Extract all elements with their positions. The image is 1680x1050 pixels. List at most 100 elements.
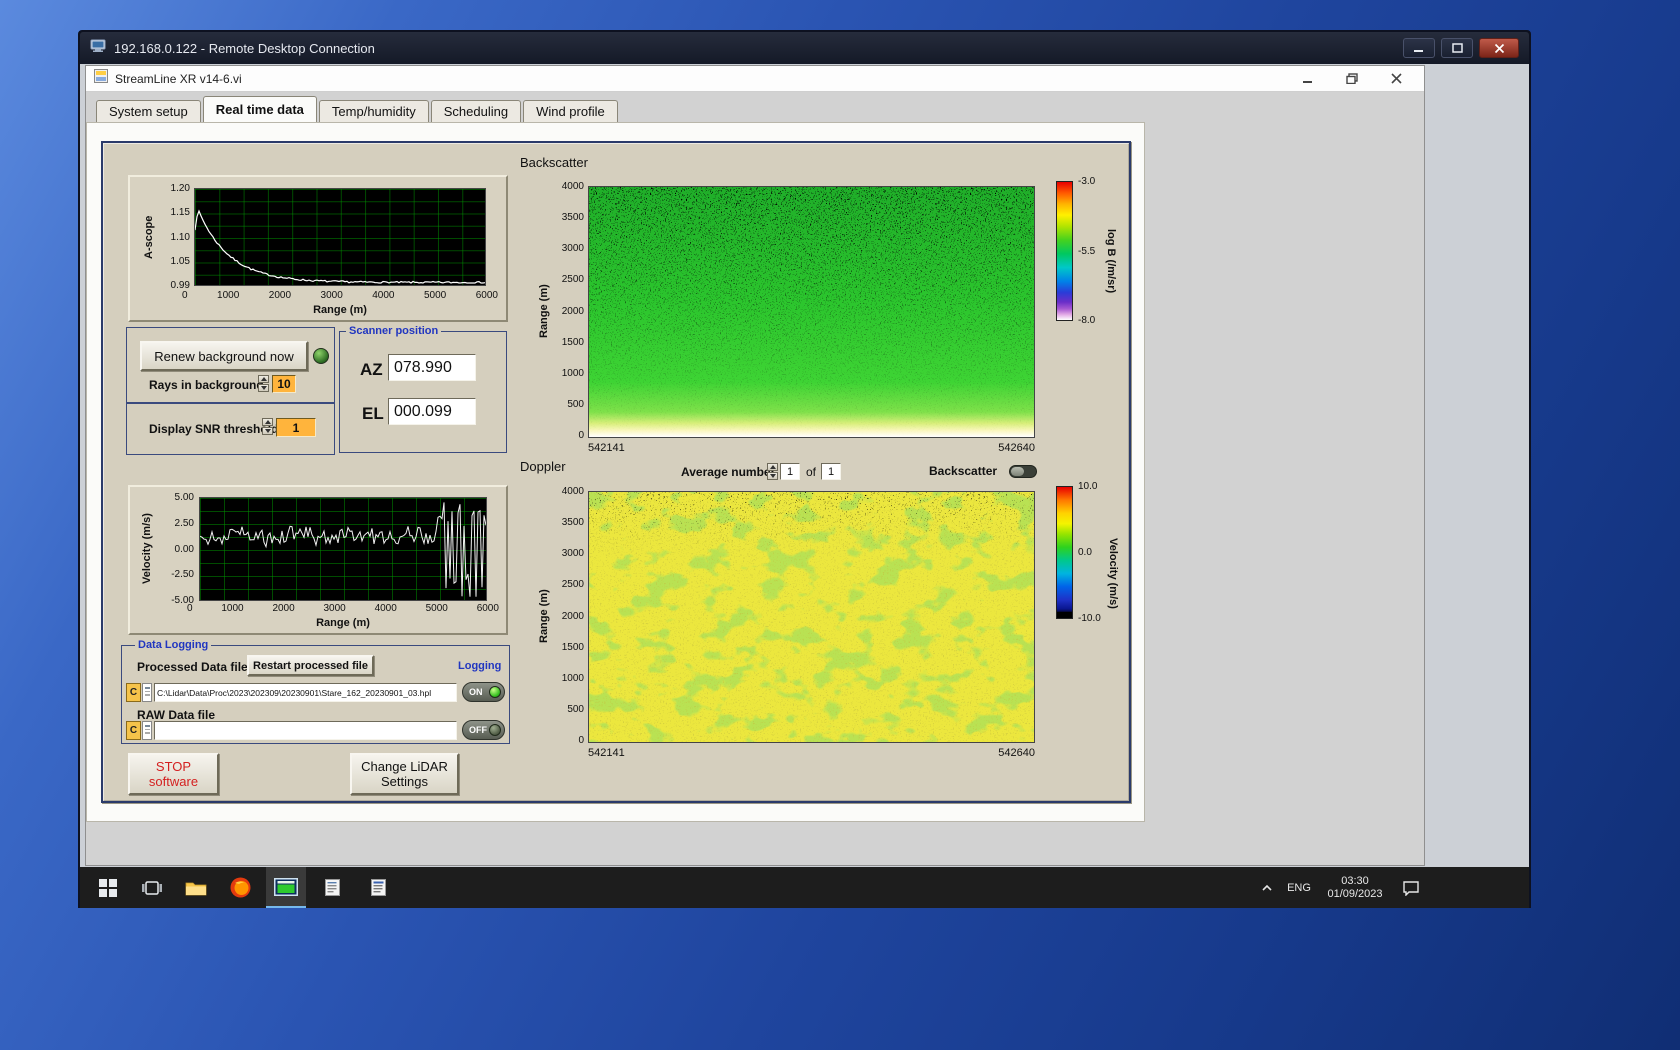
folder-icon [185,882,207,895]
tick-label: 1000 [561,367,584,379]
raw-data-file-label: RAW Data file [137,708,216,722]
processed-logging-toggle[interactable]: ON [462,682,505,702]
backscatter-plot [588,186,1035,438]
tray-expand-button[interactable] [1254,867,1280,908]
processed-drive-chip[interactable]: C [126,683,141,702]
el-label: EL [362,404,384,423]
tick-label: 3000 [320,290,343,301]
backscatter-y-ticks: 4000 3500 3000 2500 2000 1500 1000 500 0 [551,181,584,441]
average-number-field[interactable]: 1 [780,463,800,480]
pinned-app-button-1[interactable] [312,867,352,908]
tick-label: 4000 [372,290,395,301]
rdp-titlebar[interactable]: 192.168.0.122 - Remote Desktop Connectio… [80,32,1529,64]
tick-label: 0 [182,290,188,301]
tick-label: 0.0 [1078,547,1092,558]
raw-drive-chip[interactable]: C [126,721,141,740]
tick-label: 5000 [423,290,447,301]
language-indicator[interactable]: ENG [1282,867,1316,908]
display-snr-threshold-field[interactable]: 1 [276,418,316,437]
background-controls-box: Renew background now Rays in background … [126,327,335,403]
data-logging-box: Data Logging Processed Data file Restart… [121,638,510,744]
velocity-x-axis-label: Range (m) [316,617,370,629]
backscatter-y-axis-label: Range (m) [538,284,550,338]
ascope-plot-group: A-scope 1.20 1.15 1.10 1.05 0.99 0 1000 2000 30… [128,175,508,322]
notes-icon [370,879,386,896]
snr-spinner[interactable] [262,418,273,435]
rays-spinner[interactable] [258,375,269,392]
tab-wind-profile[interactable]: Wind profile [523,100,618,122]
labview-close-button[interactable] [1382,70,1410,88]
el-field[interactable]: 000.099 [388,398,476,425]
raw-logging-toggle[interactable]: OFF [462,720,505,740]
velocity-x-ticks: 0 1000 2000 3000 4000 5000 6000 [187,603,499,614]
rdp-close-button[interactable] [1479,38,1519,58]
stop-software-button[interactable]: STOP software [128,753,219,795]
ascope-x-ticks: 0 1000 2000 3000 4000 5000 6000 [182,290,498,301]
raw-logging-toggle-label: OFF [469,725,487,735]
start-button[interactable] [88,867,128,908]
logging-label: Logging [458,660,502,672]
firefox-icon [230,877,250,898]
doppler-y-axis-label: Range (m) [538,589,550,643]
rays-in-background-field[interactable]: 10 [272,375,296,393]
ascope-y-axis-label: A-scope [143,215,155,259]
tick-label: 1.10 [170,231,190,243]
scanner-position-box: Scanner position AZ 078.990 EL 000.099 [339,324,507,453]
tab-system-setup[interactable]: System setup [96,100,201,122]
doppler-x-ticks: 542141 542640 [588,747,1035,759]
tick-label: 2000 [561,305,584,317]
clock-time: 03:30 [1341,874,1369,887]
rdp-window-title: 192.168.0.122 - Remote Desktop Connectio… [114,40,375,56]
az-field[interactable]: 078.990 [388,354,476,381]
labview-restore-button[interactable] [1338,70,1366,88]
backscatter-x-start: 542141 [588,442,625,454]
doppler-x-start: 542141 [588,747,625,759]
pinned-app-button-2[interactable] [358,867,398,908]
remote-computer-icon [90,39,106,58]
notification-icon [1403,880,1419,896]
raw-logging-led [489,724,501,736]
clock[interactable]: 03:30 01/09/2023 [1318,867,1392,908]
backscatter-colorbar [1056,181,1073,321]
tick-label: 3000 [323,603,346,614]
labview-titlebar[interactable]: StreamLine XR v14-6.vi [86,66,1424,92]
velocity-y-ticks: 5.00 2.50 0.00 -2.50 -5.00 [156,492,194,606]
tick-label: 500 [567,398,584,410]
task-view-button[interactable] [132,867,172,908]
tick-label: 1.05 [170,255,190,267]
data-logging-title: Data Logging [135,638,212,652]
tick-label: 0 [187,603,193,614]
tick-label: 500 [567,703,584,715]
tab-real-time-data[interactable]: Real time data [202,96,317,122]
remote-desktop: StreamLine XR v14-6.vi System setup Real… [80,64,1529,908]
streamline-app-button[interactable] [266,867,306,908]
change-lidar-line2: Settings [381,774,428,789]
rdp-minimize-button[interactable] [1403,38,1435,58]
rdp-window: 192.168.0.122 - Remote Desktop Connectio… [78,30,1531,908]
tick-label: 1500 [561,641,584,653]
firefox-button[interactable] [220,867,260,908]
restart-processed-file-button[interactable]: Restart processed file [247,655,374,676]
renew-background-button[interactable]: Renew background now [140,341,308,371]
average-number-spinner[interactable] [767,463,778,480]
tab-temp-humidity[interactable]: Temp/humidity [318,100,429,122]
tab-scheduling[interactable]: Scheduling [430,100,522,122]
ascope-plot [194,188,486,286]
background-status-led [313,348,329,364]
processed-data-file-path[interactable]: C:\Lidar\Data\Proc\2023\202309\20230901\… [154,683,457,702]
action-center-button[interactable] [1394,867,1428,908]
rdp-maximize-button[interactable] [1441,38,1473,58]
doppler-colorbar [1056,486,1073,619]
backscatter-display-toggle[interactable] [1009,465,1037,478]
change-lidar-settings-button[interactable]: Change LiDAR Settings [350,753,459,795]
tick-label: -3.0 [1078,176,1096,187]
raw-data-file-path[interactable] [154,721,457,740]
tick-label: 0 [578,735,584,746]
backscatter-x-end: 542640 [998,442,1035,454]
labview-minimize-button[interactable] [1294,70,1322,88]
doppler-plot [588,491,1035,743]
tick-label: 4000 [561,486,584,497]
language-label: ENG [1287,881,1311,894]
file-explorer-button[interactable] [176,867,216,908]
average-total-field[interactable]: 1 [821,463,841,480]
